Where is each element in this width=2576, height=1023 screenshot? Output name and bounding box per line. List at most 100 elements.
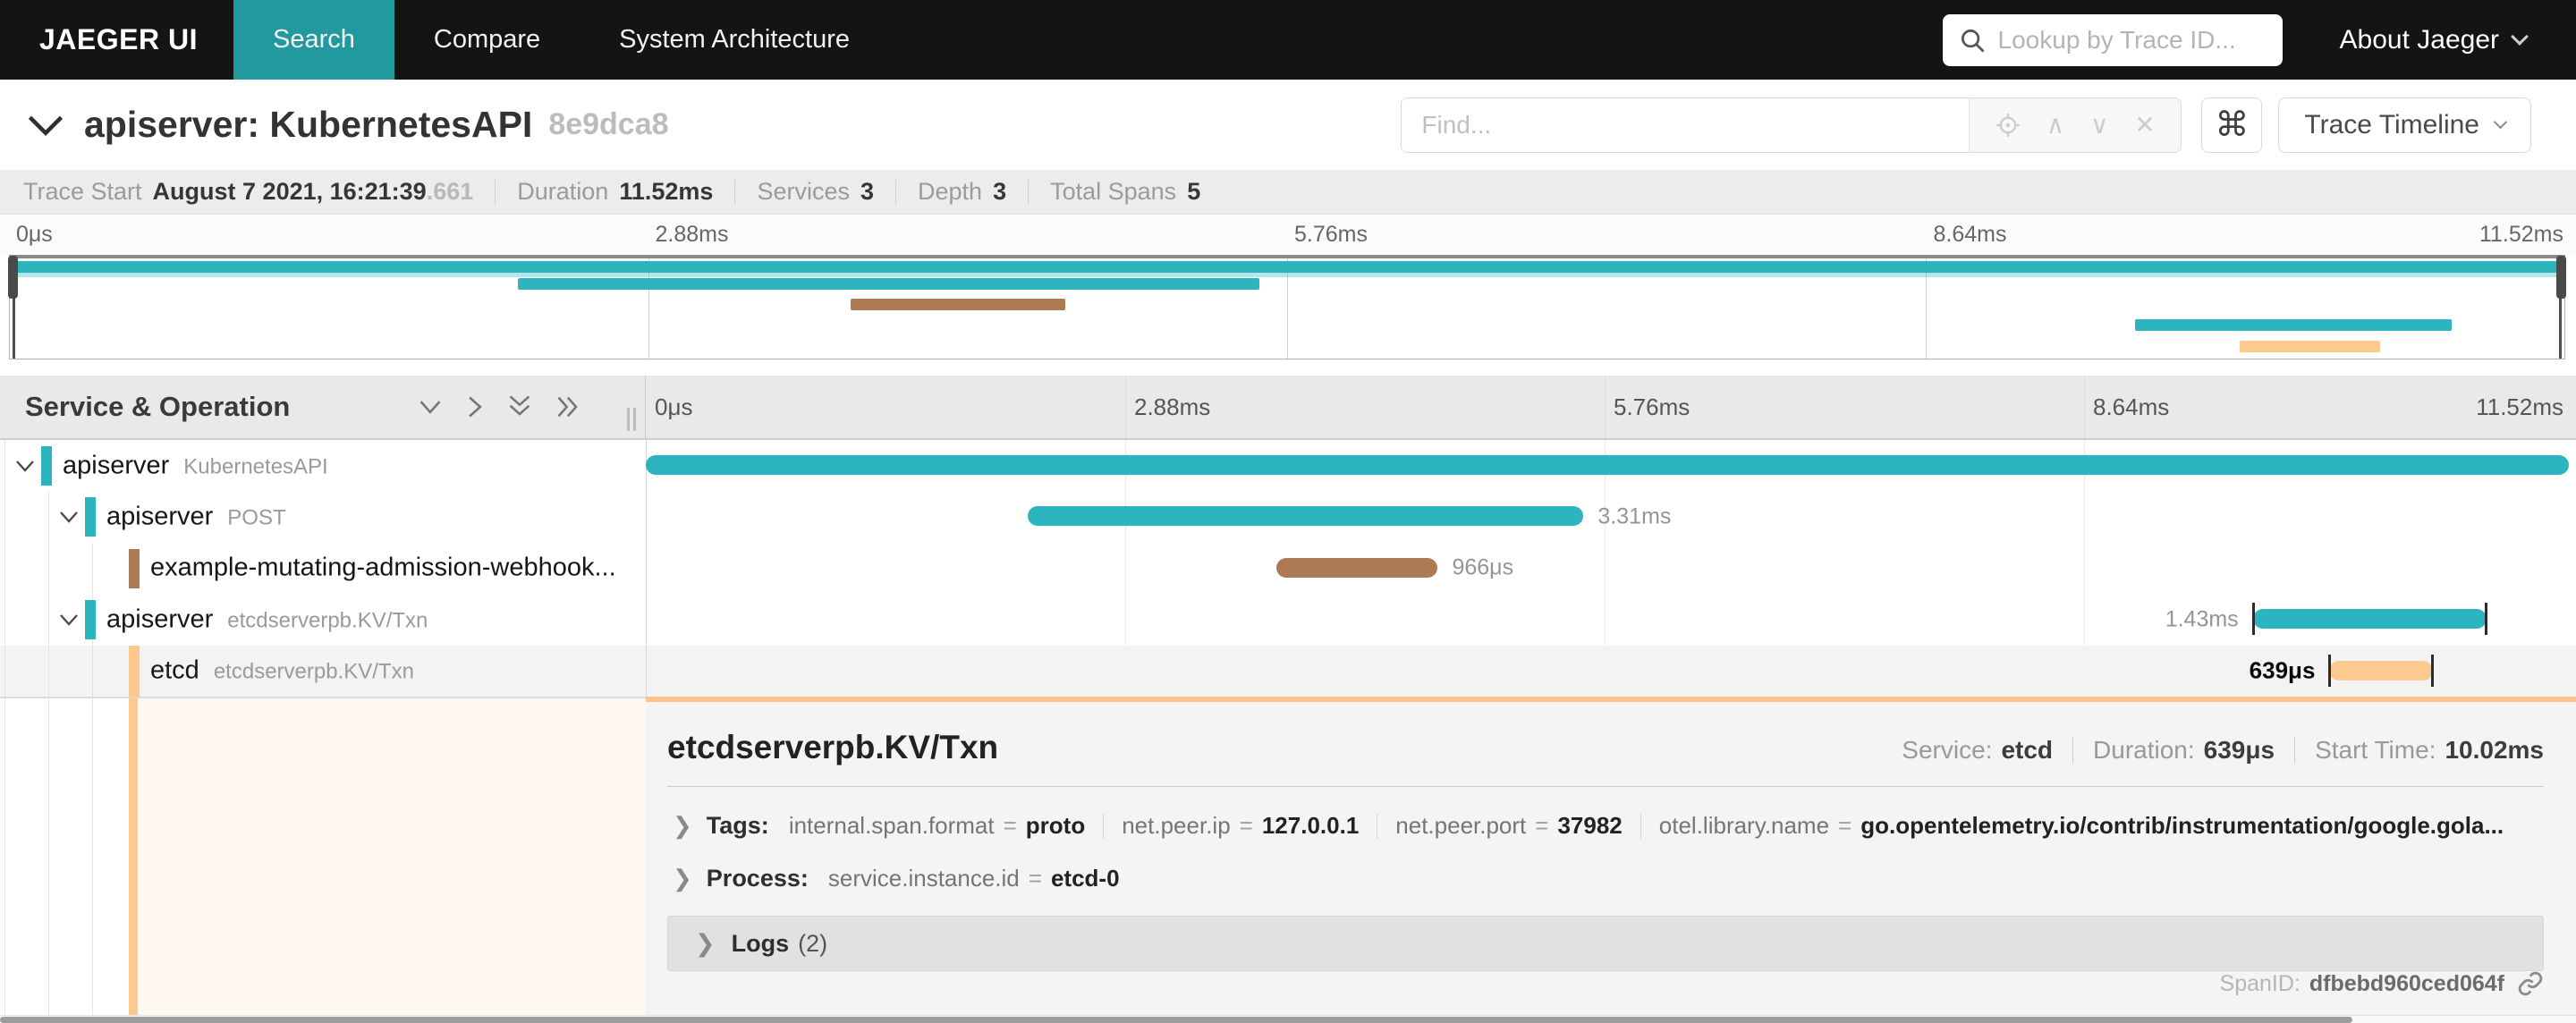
collapse-all-icon[interactable] <box>507 393 532 420</box>
span-row-apiserver[interactable]: apiserver etcdserverpb.KV/Txn 1.43ms <box>0 594 2576 645</box>
nav-tabs: Search Compare System Architecture <box>233 0 889 80</box>
minimap-tick: 8.64ms <box>1933 222 2007 247</box>
span-duration-label: 639μs <box>2249 656 2316 684</box>
column-splitter[interactable] <box>646 440 647 697</box>
app-brand[interactable]: JAEGER UI <box>0 23 233 56</box>
tags-row[interactable]: ❯ Tags: internal.span.format = proto net.pe… <box>667 812 2544 840</box>
span-duration-bar[interactable] <box>1027 506 1584 527</box>
trace-lookup-input[interactable]: Lookup by Trace ID... <box>1942 13 2283 66</box>
expand-span-chevron-icon[interactable] <box>58 613 80 627</box>
minimap-span-bar <box>2135 319 2453 331</box>
span-track[interactable]: 3.31ms <box>646 491 2576 542</box>
about-jaeger-menu[interactable]: About Jaeger <box>2340 25 2529 55</box>
span-bar-edge-tick <box>2485 603 2488 636</box>
start-time-value: 10.02ms <box>2445 736 2544 764</box>
minimap-span-bar <box>10 261 2564 273</box>
timeline-tick: 0μs <box>655 393 693 420</box>
minimap-gridline <box>1287 258 1288 359</box>
view-selector-button[interactable]: Trace Timeline <box>2278 97 2531 153</box>
expand-all-icon[interactable] <box>555 394 582 419</box>
find-tools: ∧ ∨ ✕ <box>1969 97 2182 152</box>
equals-sign: = <box>1028 865 1042 892</box>
nav-tab-system-architecture[interactable]: System Architecture <box>580 0 889 80</box>
summary-label: Total Spans <box>1050 178 1177 205</box>
span-track[interactable]: 1.43ms <box>646 594 2576 645</box>
equals-sign: = <box>1003 812 1017 839</box>
logs-accordion[interactable]: ❯ Logs (2) <box>667 916 2544 971</box>
selected-span-color-bar <box>129 698 138 1015</box>
span-duration-bar[interactable] <box>1276 557 1438 578</box>
summary-separator <box>495 179 496 205</box>
nav-tab-search[interactable]: Search <box>233 0 394 80</box>
span-track[interactable] <box>646 440 2576 491</box>
span-duration-bar[interactable] <box>2329 660 2434 681</box>
span-operation-name: etcdserverpb.KV/Txn <box>227 608 428 633</box>
span-color-chip <box>41 446 52 486</box>
command-icon: ⌘ <box>2215 106 2250 144</box>
spanid-footer: SpanID: dfbebd960ced064f <box>2220 970 2544 997</box>
start-time-label: Start Time: <box>2315 736 2436 764</box>
span-detail-section: etcdserverpb.KV/Txn Service: etcd Duratio… <box>0 697 2576 1015</box>
horizontal-scrollbar-thumb[interactable] <box>0 1017 2352 1023</box>
span-track[interactable]: 639μs <box>646 646 2576 697</box>
copy-link-icon[interactable] <box>2517 970 2544 997</box>
span-name-cell[interactable]: apiserver etcdserverpb.KV/Txn <box>0 594 646 645</box>
collapse-one-icon[interactable] <box>418 398 443 416</box>
span-rows: apiserver KubernetesAPI apiserver POST 3.31m… <box>0 440 2576 698</box>
minimap-right-scrubber[interactable] <box>2556 256 2566 299</box>
locate-icon[interactable] <box>1996 113 2021 138</box>
span-service-name: apiserver POST <box>106 502 286 531</box>
service-label: Service: <box>1902 736 1993 764</box>
kv-separator <box>1103 813 1105 839</box>
summary-label: Trace Start <box>23 178 142 205</box>
horizontal-scrollbar[interactable] <box>0 1015 2576 1023</box>
span-name-cell[interactable]: example-mutating-admission-webhook... <box>0 543 646 594</box>
span-name-cell[interactable]: etcd etcdserverpb.KV/Txn <box>0 645 646 698</box>
clear-find-icon[interactable]: ✕ <box>2134 112 2155 138</box>
expand-span-chevron-icon[interactable] <box>58 510 80 524</box>
span-duration-label: 3.31ms <box>1597 503 1672 529</box>
timeline-gridline <box>1605 376 1606 438</box>
span-duration-label: 1.43ms <box>2165 606 2239 632</box>
expand-span-chevron-icon[interactable] <box>14 459 36 473</box>
summary-value: 11.52ms <box>619 178 714 205</box>
minimap-gridline <box>1926 258 1927 359</box>
trace-summary-bar: Trace Start August 7 2021, 16:21:39.661 Du… <box>0 170 2576 215</box>
span-row-etcd[interactable]: etcd etcdserverpb.KV/Txn 639μs <box>0 645 2576 698</box>
span-name-cell[interactable]: apiserver KubernetesAPI <box>0 440 646 491</box>
span-color-chip <box>129 548 140 588</box>
timeline-tick: 8.64ms <box>2093 393 2170 420</box>
span-row-apiserver[interactable]: apiserver KubernetesAPI <box>0 440 2576 491</box>
summary-separator <box>1028 179 1030 205</box>
tags-title: Tags: <box>706 812 769 839</box>
minimap-left-scrubber[interactable] <box>8 256 18 299</box>
minimap-tick: 5.76ms <box>1294 222 1368 247</box>
nav-tab-compare[interactable]: Compare <box>394 0 580 80</box>
tree-guide-line <box>92 698 93 1015</box>
trace-minimap[interactable] <box>8 255 2566 359</box>
collapse-trace-chevron-icon[interactable] <box>27 113 64 138</box>
span-duration-bar[interactable] <box>646 455 2570 475</box>
span-row-example-mutating-admission-webhook-[interactable]: example-mutating-admission-webhook... 966… <box>0 543 2576 594</box>
summary-value: 5 <box>1187 178 1201 205</box>
span-name-cell[interactable]: apiserver POST <box>0 491 646 542</box>
process-title: Process: <box>706 865 809 892</box>
next-match-icon[interactable]: ∨ <box>2090 112 2109 138</box>
find-box: ∧ ∨ ✕ <box>1401 97 2182 153</box>
trace-toolbar: ∧ ∨ ✕ ⌘ Trace Timeline <box>1401 97 2576 153</box>
find-input[interactable] <box>1402 97 1970 152</box>
tag-key: net.peer.ip <box>1122 812 1231 839</box>
span-row-apiserver[interactable]: apiserver POST 3.31ms <box>0 491 2576 542</box>
expand-one-icon[interactable] <box>466 394 484 419</box>
keyboard-shortcuts-button[interactable]: ⌘ <box>2201 97 2263 153</box>
tag-value: proto <box>1025 812 1086 839</box>
process-row[interactable]: ❯ Process: service.instance.id = etcd-0 <box>667 865 2544 892</box>
expand-process-chevron-icon: ❯ <box>673 865 692 892</box>
span-track[interactable]: 966μs <box>646 543 2576 594</box>
column-resize-grip[interactable] <box>627 408 636 431</box>
prev-match-icon[interactable]: ∧ <box>2046 112 2065 138</box>
summary-separator <box>734 179 736 205</box>
summary-label: Duration <box>517 178 609 205</box>
span-duration-bar[interactable] <box>2252 609 2487 630</box>
span-operation-name: etcdserverpb.KV/Txn <box>213 659 414 684</box>
